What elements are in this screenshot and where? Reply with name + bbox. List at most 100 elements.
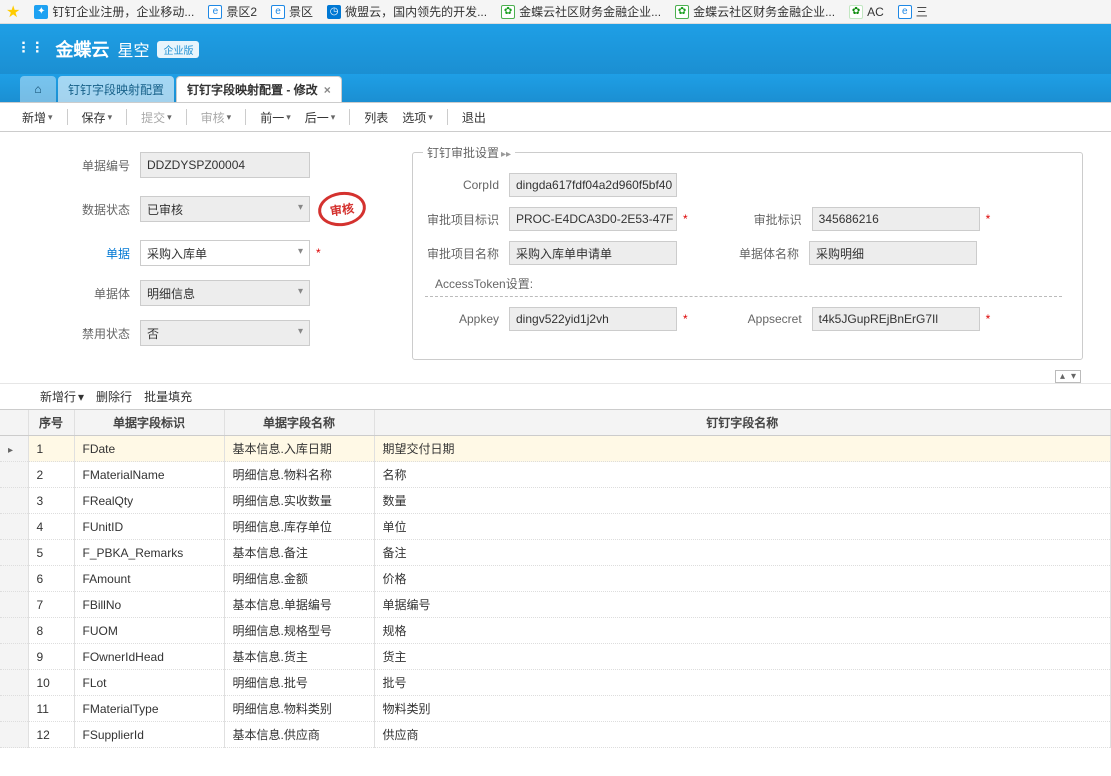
table-row[interactable]: 3FRealQty明细信息.实收数量数量 [0,488,1111,514]
bookmark-item[interactable]: ✦钉钉企业注册，企业移动... [34,3,194,20]
cell-field-key[interactable]: FSupplierId [74,722,224,748]
field-proj-name[interactable]: 采购入库单申请单 [509,241,677,265]
add-row-button[interactable]: 新增行 ▾ [40,388,84,405]
table-row[interactable]: 2FMaterialName明细信息.物料名称名称 [0,462,1111,488]
row-handle[interactable] [0,670,28,696]
row-handle[interactable] [0,618,28,644]
cell-dingtalk-name[interactable]: 规格 [374,618,1111,644]
cell-dingtalk-name[interactable]: 数量 [374,488,1111,514]
prev-button[interactable]: 前一▾ [254,106,297,129]
cell-field-name[interactable]: 明细信息.批号 [224,670,374,696]
save-button[interactable]: 保存▾ [76,106,119,129]
field-entity[interactable]: 明细信息 [140,280,310,306]
cell-field-name[interactable]: 基本信息.供应商 [224,722,374,748]
bookmark-item[interactable]: ✿金蝶云社区财务金融企业... [675,3,835,20]
cell-field-key[interactable]: FRealQty [74,488,224,514]
bookmark-item[interactable]: ✿金蝶云社区财务金融企业... [501,3,661,20]
bookmark-item[interactable]: ✿AC [849,5,884,19]
cell-field-key[interactable]: F_PBKA_Remarks [74,540,224,566]
audit-button[interactable]: 审核▾ [195,106,238,129]
cell-dingtalk-name[interactable]: 名称 [374,462,1111,488]
tab-config-list[interactable]: 钉钉字段映射配置 [58,76,174,102]
field-approve-key[interactable]: 345686216 [812,207,980,231]
bookmark-item[interactable]: ◷微盟云，国内领先的开发... [327,3,487,20]
close-icon[interactable]: × [324,83,331,97]
row-handle[interactable] [0,722,28,748]
table-row[interactable]: 6FAmount明细信息.金额价格 [0,566,1111,592]
cell-field-name[interactable]: 明细信息.物料类别 [224,696,374,722]
cell-field-key[interactable]: FLot [74,670,224,696]
field-bill[interactable]: 采购入库单 [140,240,310,266]
cell-dingtalk-name[interactable]: 货主 [374,644,1111,670]
field-appsecret[interactable]: t4k5JGupREjBnErG7Il [812,307,980,331]
table-row[interactable]: 11FMaterialType明细信息.物料类别物料类别 [0,696,1111,722]
next-button[interactable]: 后一▾ [299,106,342,129]
table-row[interactable]: 7FBillNo基本信息.单据编号单据编号 [0,592,1111,618]
table-row[interactable]: 1FDate基本信息.入库日期期望交付日期 [0,436,1111,462]
cell-field-key[interactable]: FDate [74,436,224,462]
cell-field-key[interactable]: FBillNo [74,592,224,618]
row-handle[interactable] [0,644,28,670]
table-row[interactable]: 4FUnitID明细信息.库存单位单位 [0,514,1111,540]
favorites-star-icon[interactable]: ★ [6,2,20,22]
row-handle[interactable] [0,462,28,488]
cell-field-name[interactable]: 明细信息.物料名称 [224,462,374,488]
table-row[interactable]: 9FOwnerIdHead基本信息.货主货主 [0,644,1111,670]
tab-config-edit[interactable]: 钉钉字段映射配置 - 修改× [176,76,342,102]
cell-dingtalk-name[interactable]: 供应商 [374,722,1111,748]
row-handle[interactable] [0,566,28,592]
cell-dingtalk-name[interactable]: 价格 [374,566,1111,592]
table-row[interactable]: 10FLot明细信息.批号批号 [0,670,1111,696]
row-handle[interactable] [0,514,28,540]
cell-field-name[interactable]: 明细信息.库存单位 [224,514,374,540]
cell-field-name[interactable]: 基本信息.备注 [224,540,374,566]
options-button[interactable]: 选项▾ [396,106,439,129]
cell-field-name[interactable]: 基本信息.单据编号 [224,592,374,618]
collapse-icon[interactable]: ▸▸ [501,149,511,160]
table-row[interactable]: 5F_PBKA_Remarks基本信息.备注备注 [0,540,1111,566]
row-handle[interactable] [0,540,28,566]
row-handle[interactable] [0,592,28,618]
cell-field-key[interactable]: FOwnerIdHead [74,644,224,670]
cell-field-key[interactable]: FUnitID [74,514,224,540]
cell-dingtalk-name[interactable]: 单位 [374,514,1111,540]
table-row[interactable]: 8FUOM明细信息.规格型号规格 [0,618,1111,644]
delete-row-button[interactable]: 删除行 [96,388,132,405]
cell-field-name[interactable]: 明细信息.实收数量 [224,488,374,514]
exit-button[interactable]: 退出 [456,106,492,129]
cell-field-key[interactable]: FMaterialName [74,462,224,488]
bookmark-item[interactable]: e景区 [271,3,313,20]
row-handle[interactable] [0,436,28,462]
cell-dingtalk-name[interactable]: 期望交付日期 [374,436,1111,462]
list-button[interactable]: 列表 [358,106,394,129]
cell-dingtalk-name[interactable]: 物料类别 [374,696,1111,722]
cell-field-key[interactable]: FAmount [74,566,224,592]
submit-button[interactable]: 提交▾ [135,106,178,129]
row-handle[interactable] [0,696,28,722]
field-entity-name[interactable]: 采购明细 [809,241,977,265]
cell-dingtalk-name[interactable]: 单据编号 [374,592,1111,618]
field-corpid[interactable]: dingda617fdf04a2d960f5bf40 [509,173,677,197]
field-billno[interactable]: DDZDYSPZ00004 [140,152,310,178]
batch-fill-button[interactable]: 批量填充 [144,388,192,405]
cell-field-name[interactable]: 明细信息.规格型号 [224,618,374,644]
field-proj-key[interactable]: PROC-E4DCA3D0-2E53-47F [509,207,677,231]
cell-dingtalk-name[interactable]: 批号 [374,670,1111,696]
cell-field-name[interactable]: 基本信息.入库日期 [224,436,374,462]
bookmark-item[interactable]: e景区2 [208,3,257,20]
new-button[interactable]: 新增▾ [16,106,59,129]
field-appkey[interactable]: dingv522yid1j2vh [509,307,677,331]
field-status[interactable]: 已审核 [140,196,310,222]
cell-field-key[interactable]: FMaterialType [74,696,224,722]
panel-expander[interactable]: ▴▾ [1055,370,1081,383]
label-bill-link[interactable]: 单据 [0,245,140,262]
cell-field-key[interactable]: FUOM [74,618,224,644]
bookmark-item[interactable]: e三 [898,3,928,20]
row-handle[interactable] [0,488,28,514]
table-row[interactable]: 12FSupplierId基本信息.供应商供应商 [0,722,1111,748]
cell-field-name[interactable]: 基本信息.货主 [224,644,374,670]
field-disable[interactable]: 否 [140,320,310,346]
tab-home[interactable]: ⌂ [20,76,56,102]
cell-field-name[interactable]: 明细信息.金额 [224,566,374,592]
cell-dingtalk-name[interactable]: 备注 [374,540,1111,566]
